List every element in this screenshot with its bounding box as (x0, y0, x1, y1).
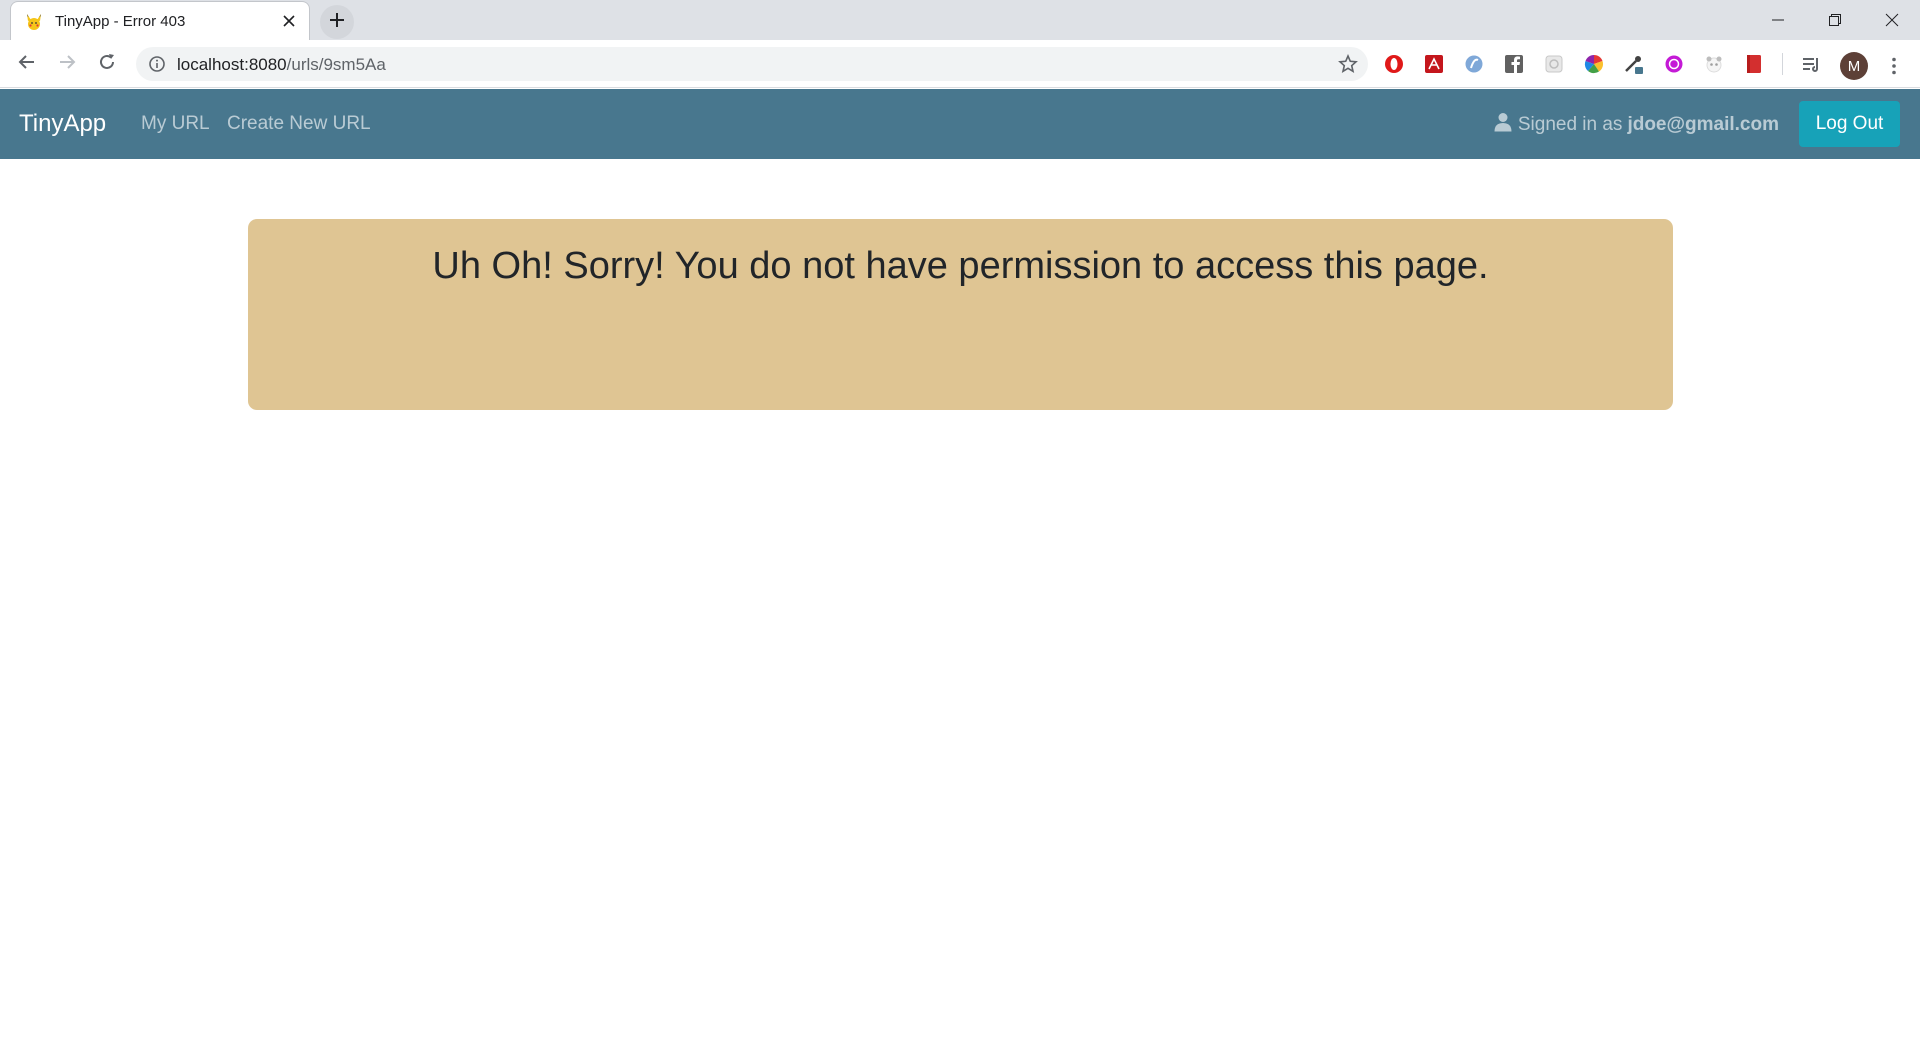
back-arrow-icon (18, 53, 36, 76)
forward-arrow-icon (58, 53, 76, 76)
star-icon[interactable] (1338, 53, 1358, 74)
panda-icon[interactable] (1702, 52, 1726, 76)
address-bar[interactable]: localhost:8080/urls/9sm5Aa (136, 47, 1368, 81)
logout-button[interactable]: Log Out (1799, 101, 1900, 147)
close-window-button[interactable] (1863, 0, 1920, 40)
nav-link-my-url[interactable]: My URL (141, 113, 210, 135)
eyedropper-icon[interactable] (1622, 52, 1646, 76)
forward-button[interactable] (51, 48, 83, 80)
info-icon[interactable] (148, 55, 166, 73)
window-controls (1749, 0, 1920, 40)
reload-icon (98, 53, 116, 76)
extensions-bar (1382, 52, 1839, 76)
app-navbar: TinyApp My URL Create New URL Signed in … (0, 89, 1920, 159)
url-path: /urls/9sm5Aa (286, 55, 386, 74)
facebook-icon[interactable] (1502, 52, 1526, 76)
book-icon[interactable] (1742, 52, 1766, 76)
close-icon[interactable] (279, 11, 299, 31)
brand-logo[interactable]: TinyApp (19, 110, 106, 138)
minimize-button[interactable] (1749, 0, 1806, 40)
signed-in-status: Signed in as jdoe@gmail.com (1494, 112, 1779, 138)
translate-icon[interactable] (1462, 52, 1486, 76)
browser-tab[interactable]: TinyApp - Error 403 (10, 1, 310, 41)
screenshot-icon[interactable] (1542, 52, 1566, 76)
user-email: jdoe@gmail.com (1627, 114, 1779, 135)
reload-button[interactable] (91, 48, 123, 80)
nav-link-create-new-url[interactable]: Create New URL (227, 113, 371, 135)
vpn-icon[interactable] (1662, 52, 1686, 76)
restore-button[interactable] (1806, 0, 1863, 40)
reading-list-icon[interactable] (1799, 52, 1823, 76)
opera-icon[interactable] (1382, 52, 1406, 76)
signed-in-label: Signed in as (1517, 114, 1623, 135)
url-text: localhost:8080/urls/9sm5Aa (177, 55, 386, 75)
pikachu-icon (25, 13, 43, 31)
back-button[interactable] (11, 48, 43, 80)
color-wheel-icon[interactable] (1582, 52, 1606, 76)
new-tab-button[interactable] (320, 5, 354, 39)
acrobat-icon[interactable] (1422, 52, 1446, 76)
plus-icon (329, 12, 345, 33)
error-message: Uh Oh! Sorry! You do not have permission… (432, 245, 1489, 287)
error-alert: Uh Oh! Sorry! You do not have permission… (248, 219, 1673, 410)
profile-avatar[interactable]: M (1840, 52, 1868, 80)
browser-toolbar: localhost:8080/urls/9sm5Aa (0, 40, 1920, 88)
user-icon (1494, 112, 1512, 138)
url-host: localhost:8080 (177, 55, 287, 74)
toolbar-divider (1782, 53, 1783, 75)
tab-title: TinyApp - Error 403 (55, 13, 186, 30)
more-vertical-icon[interactable] (1882, 52, 1906, 80)
tab-strip: TinyApp - Error 403 (0, 0, 1920, 41)
